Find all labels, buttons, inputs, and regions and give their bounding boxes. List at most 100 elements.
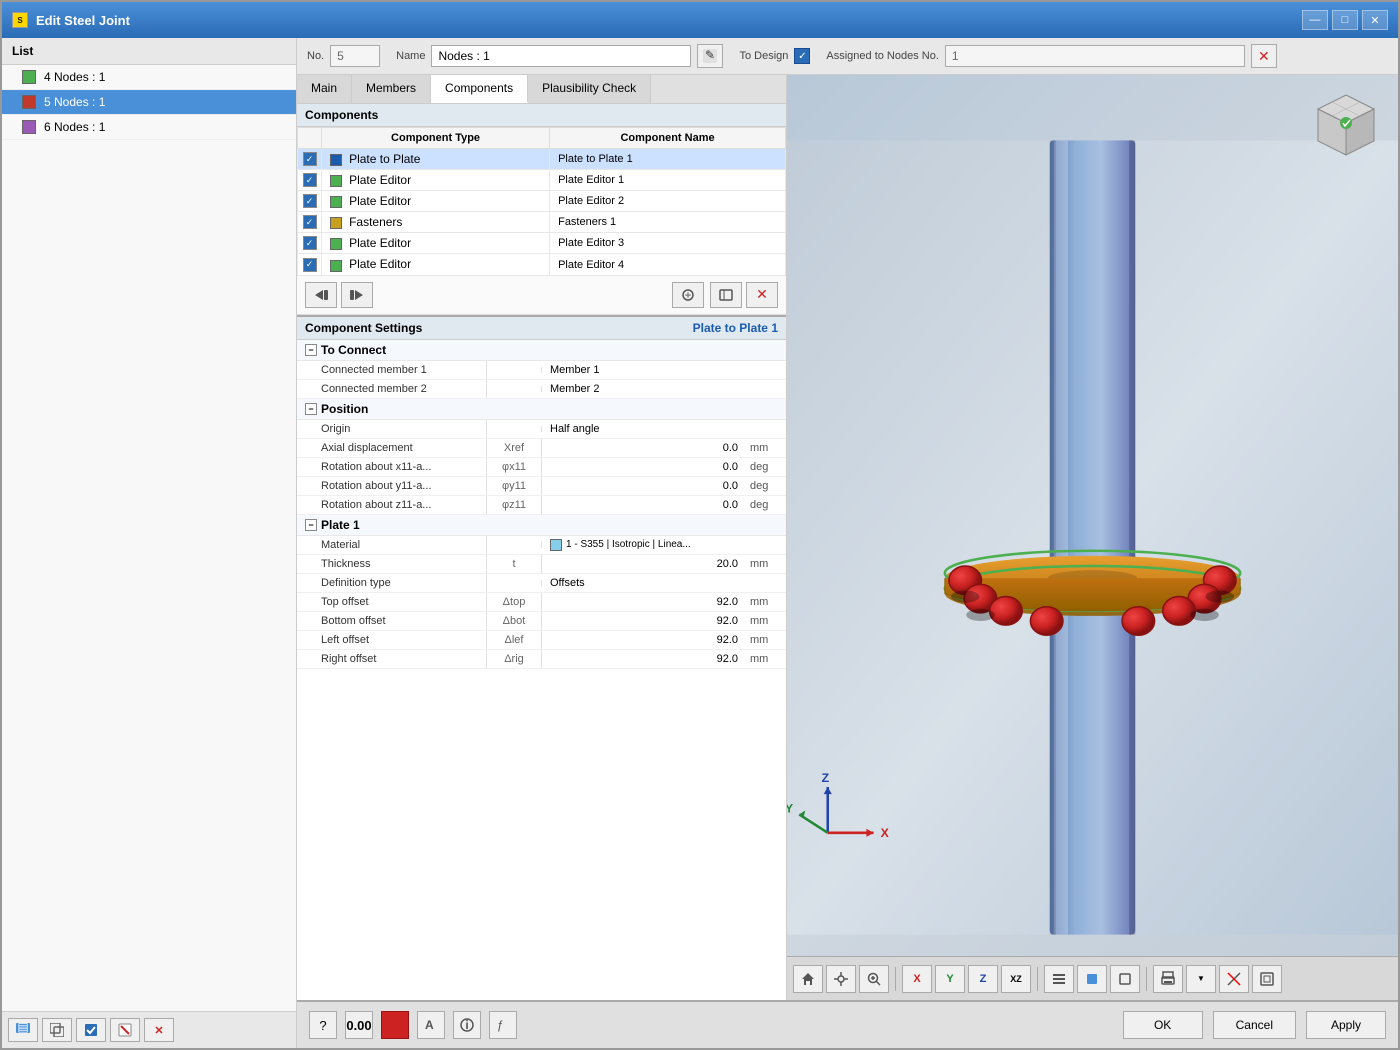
comp-check-2[interactable]: ✓ — [303, 194, 317, 208]
view-frame-btn[interactable] — [1252, 965, 1282, 993]
view-wireframe-btn[interactable] — [1110, 965, 1140, 993]
tree-row-member2[interactable]: Connected member 2 Member 2 — [297, 380, 786, 399]
tree-row-botoffset[interactable]: Bottom offset Δbot 92.0 mm — [297, 612, 786, 631]
to-design-checkmark: ✓ — [798, 51, 806, 62]
view-y-btn[interactable]: Y — [935, 965, 965, 993]
tree-row-deftype[interactable]: Definition type Offsets — [297, 574, 786, 593]
tab-plausibility[interactable]: Plausibility Check — [528, 75, 651, 103]
assigned-input[interactable] — [945, 45, 1245, 67]
label-member1: Connected member 1 — [297, 361, 487, 379]
comp-check-1[interactable]: ✓ — [303, 173, 317, 187]
list-delete-btn[interactable]: ✕ — [144, 1018, 174, 1042]
comp-move-right-btn[interactable] — [341, 282, 373, 308]
close-button[interactable]: ✕ — [1362, 10, 1388, 30]
tree-row-rotx[interactable]: Rotation about x11-a... φx11 0.0 deg — [297, 458, 786, 477]
tree-row-topoffset[interactable]: Top offset Δtop 92.0 mm — [297, 593, 786, 612]
text-edit-button[interactable]: A — [417, 1011, 445, 1039]
view-x-btn[interactable]: X — [902, 965, 932, 993]
value-roty[interactable]: 0.0 — [542, 477, 746, 495]
svg-text:+: + — [684, 288, 691, 302]
cube-navigator[interactable] — [1306, 87, 1386, 167]
comp-row-2[interactable]: ✓ Plate Editor Plate Editor 2 — [298, 191, 786, 212]
tree-row-member1[interactable]: Connected member 1 Member 1 — [297, 361, 786, 380]
value-axial[interactable]: 0.0 — [542, 439, 746, 457]
view-cut-btn[interactable] — [1219, 965, 1249, 993]
collapse-to-connect[interactable]: − — [305, 344, 317, 356]
group-position-header[interactable]: − Position — [297, 399, 786, 420]
title-bar-left: S Edit Steel Joint — [12, 12, 130, 28]
list-uncheck-btn[interactable] — [110, 1018, 140, 1042]
list-item[interactable]: 4 Nodes : 1 — [2, 65, 296, 90]
collapse-plate1[interactable]: − — [305, 519, 317, 531]
col-type-header: Component Type — [322, 128, 550, 149]
view-home-btn[interactable] — [793, 965, 823, 993]
list-item-6[interactable]: 6 Nodes : 1 — [2, 115, 296, 140]
comp-row-4[interactable]: ✓ Plate Editor Plate Editor 3 — [298, 233, 786, 254]
comp-row-1[interactable]: ✓ Plate Editor Plate Editor 1 — [298, 170, 786, 191]
tree-row-rotz[interactable]: Rotation about z11-a... φz11 0.0 deg — [297, 496, 786, 515]
tree-row-roty[interactable]: Rotation about y11-a... φy11 0.0 deg — [297, 477, 786, 496]
comp-check-4[interactable]: ✓ — [303, 236, 317, 250]
to-design-checkbox[interactable]: ✓ — [794, 48, 810, 64]
tab-components[interactable]: Components — [431, 75, 528, 103]
view-print-btn[interactable] — [1153, 965, 1183, 993]
comp-move-left-btn[interactable] — [305, 282, 337, 308]
apply-button[interactable]: Apply — [1306, 1011, 1386, 1039]
view-pan-btn[interactable] — [826, 965, 856, 993]
tree-row-origin[interactable]: Origin Half angle — [297, 420, 786, 439]
collapse-position[interactable]: − — [305, 403, 317, 415]
label-rightoffset: Right offset — [297, 650, 487, 668]
value-material[interactable]: 1 - S355 | Isotropic | Linea... — [542, 536, 746, 554]
value-leftoffset[interactable]: 92.0 — [542, 631, 746, 649]
comp-row-5[interactable]: ✓ Plate Editor Plate Editor 4 — [298, 254, 786, 275]
value-rotz[interactable]: 0.0 — [542, 496, 746, 514]
help-button[interactable]: ? — [309, 1011, 337, 1039]
comp-check-3[interactable]: ✓ — [303, 215, 317, 229]
comp-delete-btn[interactable]: ✕ — [746, 282, 778, 308]
value-deftype[interactable]: Offsets — [542, 574, 746, 592]
comp-settings-btn[interactable] — [710, 282, 742, 308]
value-rightoffset[interactable]: 92.0 — [542, 650, 746, 668]
view-xz-btn[interactable]: XZ — [1001, 965, 1031, 993]
value-thickness[interactable]: 20.0 — [542, 555, 746, 573]
list-add-btn[interactable]: ▤ — [8, 1018, 38, 1042]
value-topoffset[interactable]: 92.0 — [542, 593, 746, 611]
view-layers-btn[interactable] — [1044, 965, 1074, 993]
tree-row-rightoffset[interactable]: Right offset Δrig 92.0 mm — [297, 650, 786, 669]
minimize-button[interactable]: — — [1302, 10, 1328, 30]
assigned-clear-button[interactable]: ✕ — [1251, 44, 1277, 68]
zero-button[interactable]: 0.00 — [345, 1011, 373, 1039]
value-botoffset[interactable]: 92.0 — [542, 612, 746, 630]
view-z-btn[interactable]: Z — [968, 965, 998, 993]
comp-row-0[interactable]: ✓ Plate to Plate Plate to Plate 1 — [298, 149, 786, 170]
name-edit-button[interactable]: ✎ — [697, 44, 723, 68]
view-print-drop-btn[interactable]: ▼ — [1186, 965, 1216, 993]
tree-row-material[interactable]: Material 1 - S355 | Isotropic | Linea... — [297, 536, 786, 555]
list-copy-btn[interactable] — [42, 1018, 72, 1042]
ok-button[interactable]: OK — [1123, 1011, 1203, 1039]
tab-main[interactable]: Main — [297, 75, 352, 103]
name-input[interactable] — [431, 45, 691, 67]
info-button[interactable]: i — [453, 1011, 481, 1039]
tree-row-leftoffset[interactable]: Left offset Δlef 92.0 mm — [297, 631, 786, 650]
view-zoom-btn[interactable] — [859, 965, 889, 993]
group-plate1-header[interactable]: − Plate 1 — [297, 515, 786, 536]
comp-add-btn[interactable]: + — [672, 282, 704, 308]
formula-button[interactable]: ƒ — [489, 1011, 517, 1039]
maximize-button[interactable]: □ — [1332, 10, 1358, 30]
value-rotx[interactable]: 0.0 — [542, 458, 746, 476]
comp-row-3[interactable]: ✓ Fasteners Fasteners 1 — [298, 212, 786, 233]
tree-row-axial[interactable]: Axial displacement Xref 0.0 mm — [297, 439, 786, 458]
red-box-button[interactable] — [381, 1011, 409, 1039]
view-solid-btn[interactable] — [1077, 965, 1107, 993]
cancel-button[interactable]: Cancel — [1213, 1011, 1296, 1039]
tab-members[interactable]: Members — [352, 75, 431, 103]
value-member2: Member 2 — [542, 380, 746, 398]
comp-check-5[interactable]: ✓ — [303, 258, 317, 272]
list-check-btn[interactable] — [76, 1018, 106, 1042]
no-input[interactable] — [330, 45, 380, 67]
list-item-selected[interactable]: 5 Nodes : 1 — [2, 90, 296, 115]
tree-row-thickness[interactable]: Thickness t 20.0 mm — [297, 555, 786, 574]
group-to-connect-header[interactable]: − To Connect — [297, 340, 786, 361]
comp-check-0[interactable]: ✓ — [303, 152, 317, 166]
